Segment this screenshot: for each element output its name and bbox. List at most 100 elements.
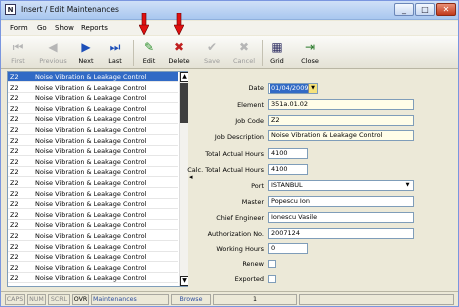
menu-show[interactable]: Show [55,24,74,32]
job-description-cell: Noise Vibration & Leakage Control [35,104,147,113]
job-description-field[interactable]: Noise Vibration & Leakage Control [268,130,414,141]
chief-engineer-field[interactable]: Ionescu Vasile [268,212,414,223]
exported-label: Exported [234,275,264,283]
save-label: Save [204,57,220,65]
job-code-cell: Z2 [10,210,19,219]
list-item[interactable]: Z2 Noise Vibration & Leakage Control [8,157,178,167]
job-code-cell: Z2 [10,263,19,272]
list-item[interactable]: Z2 Noise Vibration & Leakage Control [8,114,178,125]
job-description-cell: Noise Vibration & Leakage Control [35,221,147,230]
job-code-cell: Z2 [10,253,19,262]
list-item[interactable]: Z2 Noise Vibration & Leakage Control [8,242,178,252]
job-code-label: Job Code [235,117,264,125]
maintenance-form: Date 01/04/2009 ▼ Element 351a.01.02 Job… [187,71,454,287]
status-mode: Browse [171,294,211,305]
dropdown-arrow-icon[interactable]: ▼ [403,181,412,190]
close-window-button[interactable]: ✕ [436,3,456,16]
cancel-label: Cancel [232,57,256,65]
job-description-cell: Noise Vibration & Leakage Control [35,126,147,134]
list-item[interactable]: Z2 Noise Vibration & Leakage Control [8,210,178,220]
grid-button[interactable]: ▦ Grid [265,38,289,68]
maintenance-list[interactable]: Z2 Noise Vibration & Leakage Control Z2 Noi… [7,71,189,287]
list-item[interactable]: Z2 Noise Vibration & Leakage Control [8,125,178,135]
list-item[interactable]: Z2 Noise Vibration & Leakage Control [8,72,178,82]
toolbar-separator [262,40,263,66]
next-button[interactable]: ▶ Next [73,38,99,68]
job-code-cell: Z2 [10,232,19,240]
job-description-cell: Noise Vibration & Leakage Control [35,210,147,219]
list-item[interactable]: Z2 Noise Vibration & Leakage Control [8,146,178,157]
job-description-cell: Noise Vibration & Leakage Control [35,232,147,240]
list-item[interactable]: Z2 Noise Vibration & Leakage Control [8,83,178,93]
authorization-field[interactable]: 2007124 [268,228,414,239]
calc-total-hours-field[interactable]: 4100 [268,164,308,175]
save-button[interactable]: ✔ Save [199,38,225,68]
port-select[interactable]: ISTANBUL ▼ [268,180,414,191]
list-item[interactable]: Z2 Noise Vibration & Leakage Control [8,93,178,104]
edit-button[interactable]: ✎ Edit [137,38,161,68]
list-item[interactable]: Z2 Noise Vibration & Leakage Control [8,167,178,178]
job-code-cell: Z2 [10,147,19,156]
menu-reports[interactable]: Reports [81,24,108,32]
job-code-field[interactable]: Z2 [268,115,414,126]
first-button[interactable]: ⏮ First [5,38,31,68]
list-item[interactable]: Z2 Noise Vibration & Leakage Control [8,252,178,263]
minimize-button[interactable]: _ [394,3,414,16]
element-field[interactable]: 351a.01.02 [268,99,414,110]
list-item[interactable]: Z2 Noise Vibration & Leakage Control [8,273,178,284]
chief-engineer-label: Chief Engineer [216,214,264,222]
status-module: Maintenances [91,294,169,305]
total-actual-hours-field[interactable]: 4100 [268,148,308,159]
grid-icon: ▦ [271,40,283,54]
job-code-cell: Z2 [10,115,19,124]
status-num: NUM [27,294,46,305]
port-value: ISTANBUL [271,181,303,189]
collapse-left-icon[interactable]: ◂ [189,173,193,181]
working-hours-field[interactable]: 0 [268,243,308,254]
cancel-button[interactable]: ✖ Cancel [229,38,259,68]
list-item[interactable]: Z2 Noise Vibration & Leakage Control [8,136,178,146]
list-item[interactable]: Z2 Noise Vibration & Leakage Control [8,231,178,241]
menu-form[interactable]: Form [10,24,28,32]
list-item[interactable]: Z2 Noise Vibration & Leakage Control [8,199,178,210]
date-picker[interactable]: 01/04/2009 ▼ [268,83,318,94]
job-description-cell: Noise Vibration & Leakage Control [35,94,147,103]
last-icon: ⏭ [109,40,121,54]
delete-button[interactable]: ✖ Delete [165,38,193,68]
job-code-cell: Z2 [10,274,19,283]
job-description-cell: Noise Vibration & Leakage Control [35,115,147,124]
list-item[interactable]: Z2 Noise Vibration & Leakage Control [8,104,178,114]
previous-button[interactable]: ◀ Previous [35,38,71,68]
job-code-cell: Z2 [10,104,19,113]
list-item[interactable]: Z2 Noise Vibration & Leakage Control [8,178,178,188]
list-item[interactable]: Z2 Noise Vibration & Leakage Control [8,220,178,231]
window-title: Insert / Edit Maintenances [21,5,119,14]
checkmark-icon: ✔ [206,40,218,54]
job-code-cell: Z2 [10,168,19,177]
previous-icon: ◀ [48,40,58,54]
toolbar: ⏮ First ◀ Previous ▶ Next ⏭ Last ✎ Edit … [1,36,458,69]
job-description-cell: Noise Vibration & Leakage Control [35,147,147,156]
job-code-cell: Z2 [10,136,19,145]
maximize-button[interactable]: □ [415,3,435,16]
list-item[interactable]: Z2 Noise Vibration & Leakage Control [8,263,178,273]
exported-checkbox[interactable] [268,275,276,283]
job-description-cell: Noise Vibration & Leakage Control [35,189,147,198]
dropdown-arrow-icon[interactable]: ▼ [308,84,317,93]
last-button[interactable]: ⏭ Last [102,38,128,68]
job-code-cell: Z2 [10,221,19,230]
job-code-cell: Z2 [10,83,19,92]
title-bar[interactable]: N Insert / Edit Maintenances _ □ ✕ [1,1,458,20]
cancel-icon: ✖ [238,40,250,54]
close-label: Close [301,57,319,65]
menu-bar: Form Go Show Reports [1,21,458,35]
vertical-scrollbar[interactable]: ▲ ▼ [179,72,189,286]
delete-label: Delete [168,57,190,65]
close-button[interactable]: ⇥ Close [297,38,323,68]
list-item[interactable]: Z2 Noise Vibration & Leakage Control [8,189,178,199]
job-code-cell: Z2 [10,179,19,187]
menu-go[interactable]: Go [37,24,47,32]
renew-checkbox[interactable] [268,260,276,268]
job-description-cell: Noise Vibration & Leakage Control [35,274,147,283]
master-field[interactable]: Popescu Ion [268,196,414,207]
